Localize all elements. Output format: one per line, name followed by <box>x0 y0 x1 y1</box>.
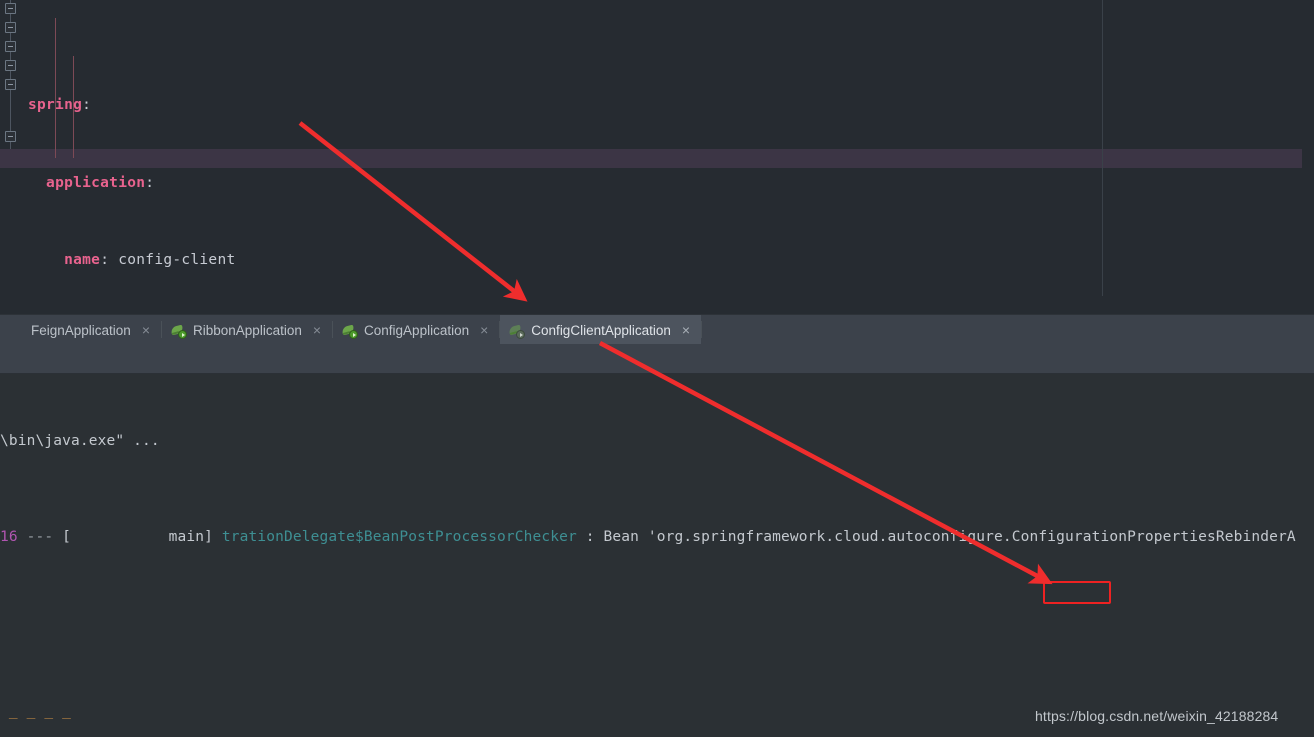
tab-feign-application[interactable]: FeignApplication × <box>0 315 161 345</box>
close-icon[interactable]: × <box>682 323 690 337</box>
fold-marker[interactable] <box>5 3 16 14</box>
run-tool-window-tabs[interactable]: FeignApplication × RibbonApplication × C… <box>0 314 1314 345</box>
right-margin-guide <box>1102 0 1103 314</box>
fold-marker[interactable] <box>5 60 16 71</box>
close-icon[interactable]: × <box>313 323 321 337</box>
tab-label: FeignApplication <box>31 322 131 338</box>
console-output[interactable]: \bin\java.exe" ... 16 --- [ main] tratio… <box>0 374 1314 737</box>
yaml-key: name <box>64 251 101 268</box>
tab-label: RibbonApplication <box>193 322 302 338</box>
log-message: Bean 'org.springframework.cloud.autoconf… <box>603 529 1296 546</box>
tab-separator <box>701 321 703 338</box>
yaml-sep: : <box>145 174 155 191</box>
yaml-key: spring <box>28 97 83 114</box>
spring-boot-run-icon <box>341 323 359 339</box>
fold-marker[interactable] <box>5 131 16 142</box>
log-logger: trationDelegate$BeanPostProcessorChecker <box>221 529 577 546</box>
fold-marker[interactable] <box>5 41 16 52</box>
close-icon[interactable]: × <box>142 323 150 337</box>
code-line: name: config-client <box>22 251 1314 270</box>
editor-bottom-padding <box>0 296 1314 314</box>
console-line: \bin\java.exe" ... <box>0 432 1314 451</box>
yaml-value: config-client <box>118 251 236 268</box>
spring-boot-run-icon <box>508 323 526 339</box>
editor-scrollbar[interactable] <box>1302 0 1314 296</box>
log-dash: --- <box>26 529 54 546</box>
code-line: application: <box>22 174 1314 193</box>
tab-label: ConfigClientApplication <box>531 322 671 338</box>
java-command: \bin\java.exe" ... <box>0 432 160 449</box>
editor-code-area[interactable]: spring: application: name: config-client… <box>22 0 1314 314</box>
log-thread: main <box>168 529 205 546</box>
watermark-text: https://blog.csdn.net/weixin_42188284 <box>1035 708 1279 724</box>
fold-marker[interactable] <box>5 79 16 90</box>
console-toolbar-strip[interactable] <box>0 344 1314 374</box>
tab-label: ConfigApplication <box>364 322 470 338</box>
ide-window: spring: application: name: config-client… <box>0 0 1314 737</box>
spring-boot-run-icon <box>170 323 188 339</box>
code-line: spring: <box>22 96 1314 115</box>
yaml-sep: : <box>82 97 92 114</box>
yaml-editor[interactable]: spring: application: name: config-client… <box>0 0 1314 314</box>
tab-config-application[interactable]: ConfigApplication × <box>333 315 499 345</box>
yaml-key: application <box>46 174 146 191</box>
console-line: 16 --- [ main] trationDelegate$BeanPostP… <box>0 529 1296 546</box>
log-timestamp: 16 <box>0 529 18 546</box>
indent-guide <box>55 18 56 158</box>
fold-marker[interactable] <box>5 22 16 33</box>
yaml-sep: : <box>100 251 119 268</box>
tab-ribbon-application[interactable]: RibbonApplication × <box>162 315 332 345</box>
close-icon[interactable]: × <box>480 323 488 337</box>
tab-config-client-application[interactable]: ConfigClientApplication × <box>500 315 702 345</box>
